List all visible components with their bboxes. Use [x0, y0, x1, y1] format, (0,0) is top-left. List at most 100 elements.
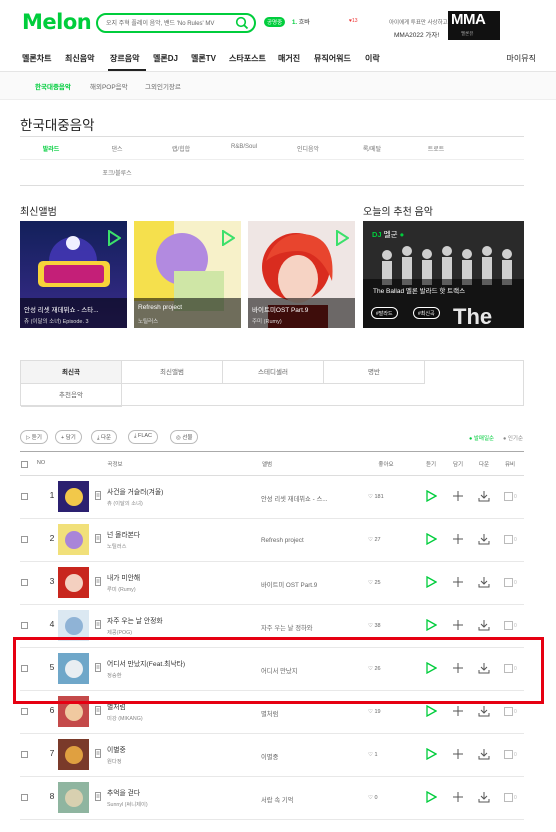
- nav-new-music[interactable]: 최신음악: [65, 53, 94, 64]
- album-card-2[interactable]: Refresh project 노틸러스: [134, 221, 241, 328]
- album-title[interactable]: 바이트미OST Part.9: [252, 304, 352, 314]
- album-play-icon[interactable]: [335, 230, 349, 246]
- tab-steady[interactable]: 스테디셀러: [223, 361, 324, 384]
- song-detail-icon[interactable]: [95, 534, 101, 543]
- song-detail-icon[interactable]: [95, 749, 101, 758]
- song-artist[interactable]: 제콩(POG): [107, 628, 247, 636]
- song-artist[interactable]: Sunnyl (써니제이): [107, 800, 247, 808]
- song-title[interactable]: 사건을 거슬러(겨울): [107, 486, 247, 496]
- row-checkbox[interactable]: [21, 493, 28, 500]
- add-to-playlist-icon[interactable]: [452, 705, 464, 717]
- like-button[interactable]: ♡ 1: [368, 752, 378, 758]
- nav-mymusic[interactable]: 마이뮤직: [507, 53, 536, 64]
- play-icon[interactable]: [425, 533, 437, 545]
- nav-dj[interactable]: 멜론DJ: [153, 53, 178, 64]
- nav-magazine[interactable]: 매거진: [278, 53, 300, 64]
- download-icon[interactable]: [478, 791, 490, 803]
- row-checkbox[interactable]: [21, 794, 28, 801]
- song-detail-icon[interactable]: [95, 792, 101, 801]
- song-title[interactable]: 자주 우는 날 안정화: [107, 615, 247, 625]
- subnav-korean[interactable]: 한국대중음악: [35, 81, 71, 91]
- nav-genre[interactable]: 장르음악: [110, 53, 139, 64]
- album-title[interactable]: 안성 리셋 재데뷔쇼 - 스타...: [24, 304, 124, 314]
- play-icon[interactable]: [425, 748, 437, 760]
- mv-icon[interactable]: [504, 535, 513, 544]
- album-thumbnail[interactable]: [58, 481, 89, 512]
- album-card-3[interactable]: 바이트미OST Part.9 주미 (Rumy): [248, 221, 355, 328]
- add-to-playlist-icon[interactable]: [452, 490, 464, 502]
- song-title[interactable]: 추억을 걷다: [107, 787, 247, 797]
- song-title[interactable]: 넌 몰라본다: [107, 529, 247, 539]
- album-artist[interactable]: 주미 (Rumy): [252, 317, 282, 325]
- album-play-icon[interactable]: [107, 230, 121, 246]
- song-album[interactable]: Refresh project: [261, 537, 361, 544]
- dj-playlist-card[interactable]: The DJ 멜군 ● The Ballad 멜론 발라드 핫 트랙스 #발라드…: [363, 221, 524, 328]
- play-icon[interactable]: [425, 490, 437, 502]
- sort-popular[interactable]: ● 인기순: [503, 434, 523, 442]
- song-title[interactable]: 이별중: [107, 744, 247, 754]
- row-checkbox[interactable]: [21, 751, 28, 758]
- like-button[interactable]: ♡ 38: [368, 623, 381, 629]
- mma-banner[interactable]: MMA 멜론뮤: [448, 11, 500, 40]
- genre-dance[interactable]: 댄스: [111, 144, 122, 153]
- mv-icon[interactable]: [504, 707, 513, 716]
- song-detail-icon[interactable]: [95, 577, 101, 586]
- download-button[interactable]: ⤓ 다운: [91, 430, 118, 444]
- genre-rnb[interactable]: R&B/Soul: [231, 144, 257, 150]
- add-to-playlist-icon[interactable]: [452, 619, 464, 631]
- song-album[interactable]: 서랍 속 기억: [261, 795, 361, 804]
- download-icon[interactable]: [478, 533, 490, 545]
- like-button[interactable]: ♡ 25: [368, 580, 381, 586]
- play-icon[interactable]: [425, 705, 437, 717]
- download-icon[interactable]: [478, 748, 490, 760]
- song-album[interactable]: 안성 리셋 재데뷔쇼 - 스...: [261, 494, 361, 503]
- album-thumbnail[interactable]: [58, 524, 89, 555]
- tab-masterpiece[interactable]: 명반: [324, 361, 425, 384]
- song-title[interactable]: 내가 미안해: [107, 572, 247, 582]
- song-album[interactable]: 별처럼: [261, 709, 361, 718]
- search-icon[interactable]: [235, 16, 249, 30]
- row-checkbox[interactable]: [21, 579, 28, 586]
- download-icon[interactable]: [478, 619, 490, 631]
- play-icon[interactable]: [425, 576, 437, 588]
- album-thumbnail[interactable]: [58, 782, 89, 813]
- genre-rock[interactable]: 록/메탈: [363, 144, 381, 153]
- nav-arena[interactable]: 이락: [365, 53, 380, 64]
- like-button[interactable]: ♡ 27: [368, 537, 381, 543]
- song-artist[interactable]: 원다정: [107, 757, 247, 765]
- select-all-checkbox[interactable]: [21, 461, 28, 468]
- album-title[interactable]: Refresh project: [138, 304, 238, 311]
- song-artist[interactable]: 루미 (Rumy): [107, 585, 247, 593]
- album-thumbnail[interactable]: [58, 567, 89, 598]
- song-album[interactable]: 자주 우는 날 정하와: [261, 623, 361, 632]
- subnav-other[interactable]: 그외인기장르: [145, 81, 181, 91]
- song-detail-icon[interactable]: [95, 491, 101, 500]
- add-all-button[interactable]: + 담기: [55, 430, 82, 444]
- like-button[interactable]: ♡ 181: [368, 494, 384, 500]
- genre-hiphop[interactable]: 랩/힙합: [172, 144, 190, 153]
- promo-text-1[interactable]: 아이에게 투표만 사상하고: [389, 18, 448, 26]
- play-icon[interactable]: [425, 791, 437, 803]
- nav-tv[interactable]: 멜론TV: [191, 53, 216, 64]
- album-card-1[interactable]: 안성 리셋 재데뷔쇼 - 스타... 츄 (이달의 소녀) Episode. 3: [20, 221, 127, 328]
- play-icon[interactable]: [425, 619, 437, 631]
- album-artist[interactable]: 츄 (이달의 소녀) Episode. 3: [24, 317, 89, 325]
- row-checkbox[interactable]: [21, 622, 28, 629]
- search-input[interactable]: 오지 주혁 플레이 음악, 밴드 'No Rules' MV: [106, 18, 234, 27]
- album-play-icon[interactable]: [221, 230, 235, 246]
- gift-button[interactable]: ◎ 선물: [170, 430, 199, 444]
- like-button[interactable]: ♡ 19: [368, 709, 381, 715]
- add-to-playlist-icon[interactable]: [452, 791, 464, 803]
- play-all-button[interactable]: ▷ 듣기: [20, 430, 48, 444]
- row-checkbox[interactable]: [21, 708, 28, 715]
- download-icon[interactable]: [478, 576, 490, 588]
- mv-icon[interactable]: [504, 621, 513, 630]
- song-detail-icon[interactable]: [95, 706, 101, 715]
- song-artist[interactable]: 츄 (이달의 소녀): [107, 499, 247, 507]
- genre-folk[interactable]: 포크/블루스: [102, 168, 131, 177]
- song-album[interactable]: 이별중: [261, 752, 361, 761]
- dj-name[interactable]: 멜군: [384, 230, 398, 239]
- song-artist[interactable]: 노틸러스: [107, 542, 247, 550]
- album-artist[interactable]: 노틸러스: [138, 317, 158, 325]
- subnav-pop[interactable]: 해외POP음악: [90, 81, 128, 91]
